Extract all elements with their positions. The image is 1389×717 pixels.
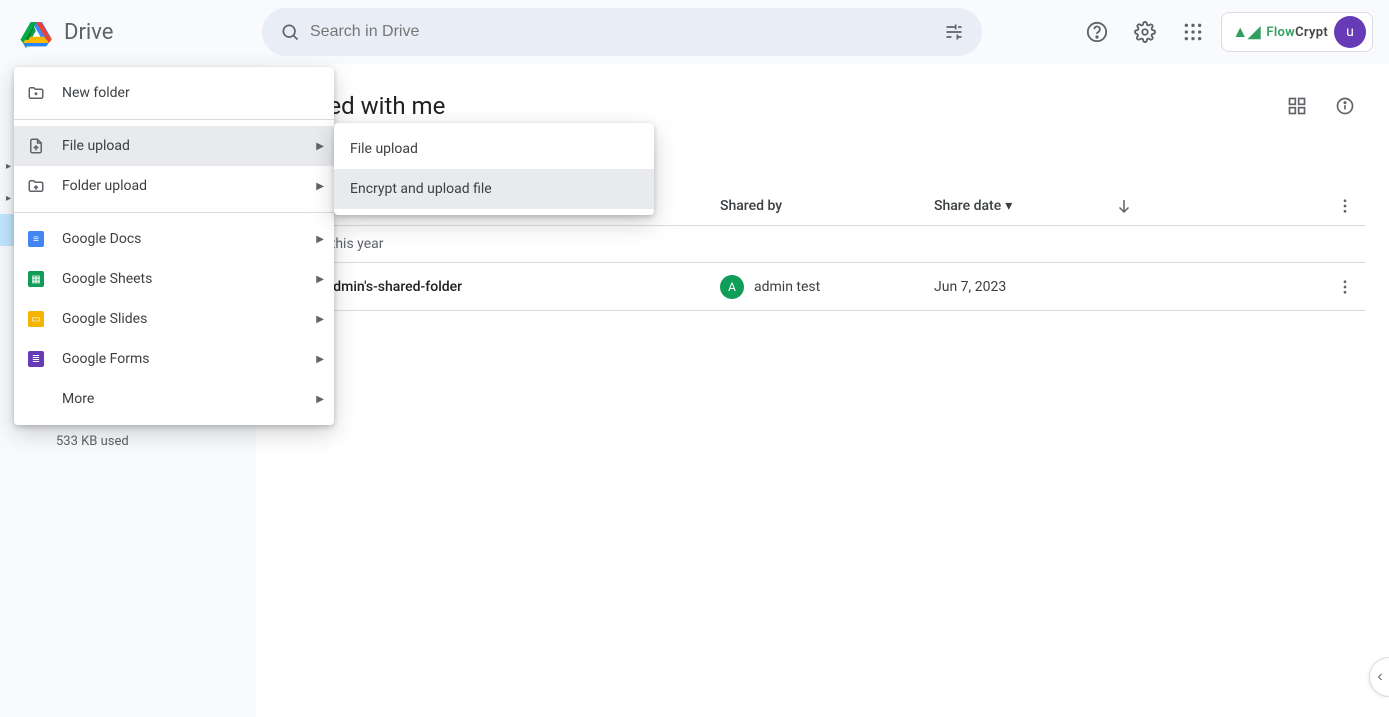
new-menu: New folder File upload ▶ Folder upload ▶… [14,67,334,425]
submenu-arrow-icon: ▶ [316,234,324,245]
file-upload-submenu: File upload Encrypt and upload file [334,123,654,215]
slides-icon: ▭ [26,309,46,329]
menu-label: Google Slides [62,311,147,327]
submenu-arrow-icon: ▶ [316,354,324,365]
storage-used-label: 533 KB used [0,430,256,449]
menu-label: Google Docs [62,231,141,247]
menu-google-forms[interactable]: ≣ Google Forms ▶ [14,339,334,379]
app-header: Drive ▲◢ FlowCrypt u [0,0,1389,64]
account-avatar[interactable]: u [1334,16,1366,48]
caret-right-icon[interactable]: ▸ [6,161,11,172]
docs-icon: ≡ [26,229,46,249]
menu-separator [14,119,334,120]
group-earlier-this-year: Earlier this year [280,226,1365,263]
header-more-icon[interactable] [1325,197,1365,215]
menu-label: File upload [62,138,130,154]
submenu-arrow-icon: ▶ [316,394,324,405]
flowcrypt-extension-chip[interactable]: ▲◢ FlowCrypt u [1221,12,1373,52]
menu-new-folder[interactable]: New folder [14,73,334,113]
menu-google-slides[interactable]: ▭ Google Slides ▶ [14,299,334,339]
col-label: Share date [934,198,1001,214]
forms-icon: ≣ [26,349,46,369]
owner-avatar: A [720,275,744,299]
folder-upload-icon [26,176,46,196]
grid-view-icon[interactable] [1277,86,1317,126]
app-name: Drive [64,20,113,45]
settings-icon[interactable] [1125,12,1165,52]
blank-icon [26,389,46,409]
support-icon[interactable] [1077,12,1117,52]
caret-right-icon[interactable]: ▸ [6,193,11,204]
menu-label: Google Sheets [62,271,152,287]
sheets-icon: ▦ [26,269,46,289]
menu-label: More [62,391,94,407]
flowcrypt-logo-icon: ▲◢ [1232,22,1260,42]
logo-area[interactable]: Drive [16,12,254,52]
menu-google-sheets[interactable]: ▦ Google Sheets ▶ [14,259,334,299]
file-name: Admin's-shared-folder [324,279,462,295]
chevron-left-icon [1374,671,1386,683]
menu-separator [14,212,334,213]
info-icon[interactable] [1325,86,1365,126]
search-input[interactable] [310,23,934,41]
submenu-arrow-icon: ▶ [316,181,324,192]
col-shared-by[interactable]: Shared by [720,198,934,214]
submenu-arrow-icon: ▶ [316,314,324,325]
menu-more[interactable]: More ▶ [14,379,334,419]
submenu-file-upload[interactable]: File upload [334,129,654,169]
shared-by-name: admin test [754,279,820,295]
submenu-arrow-icon: ▶ [316,141,324,152]
sort-direction-icon[interactable] [1104,197,1144,215]
menu-file-upload[interactable]: File upload ▶ [14,126,334,166]
apps-icon[interactable] [1173,12,1213,52]
drive-logo-icon [16,12,56,52]
menu-label: New folder [62,85,130,101]
search-area [262,8,982,56]
col-share-date[interactable]: Share date▾ [934,198,1104,214]
share-date: Jun 7, 2023 [934,279,1104,295]
table-row[interactable]: Admin's-shared-folder A admin test Jun 7… [280,263,1365,311]
menu-google-docs[interactable]: ≡ Google Docs ▶ [14,219,334,259]
row-more-icon[interactable] [1325,278,1365,296]
file-upload-icon [26,136,46,156]
search-icon[interactable] [270,12,310,52]
sort-desc-icon: ▾ [1005,198,1012,214]
menu-label: Folder upload [62,178,147,194]
menu-label: Google Forms [62,351,150,367]
submenu-arrow-icon: ▶ [316,274,324,285]
search-bar[interactable] [262,8,982,56]
new-folder-icon [26,83,46,103]
flowcrypt-brand: FlowCrypt [1266,25,1328,40]
search-options-icon[interactable] [934,12,974,52]
header-actions: ▲◢ FlowCrypt u [1077,12,1373,52]
submenu-encrypt-upload[interactable]: Encrypt and upload file [334,169,654,209]
menu-folder-upload[interactable]: Folder upload ▶ [14,166,334,206]
